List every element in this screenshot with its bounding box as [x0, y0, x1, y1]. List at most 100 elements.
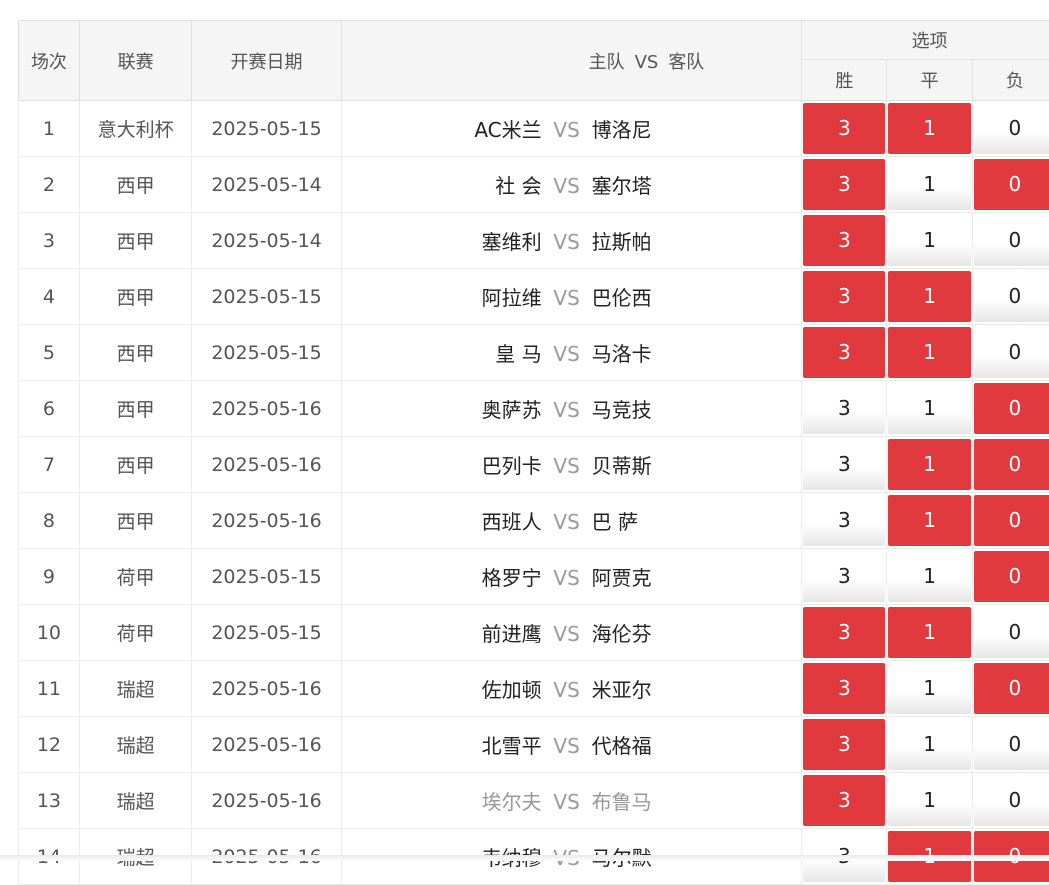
home-team: 佐加顿 — [342, 674, 542, 703]
header-opt-loss: 负 — [972, 60, 1049, 101]
match-teams: 阿拉维VS巴伦西 — [341, 269, 802, 325]
option-loss-button[interactable]: 0 — [974, 159, 1049, 210]
option-win-button[interactable]: 3 — [803, 383, 885, 434]
option-loss-button[interactable]: 0 — [974, 439, 1049, 490]
home-team: 北雪平 — [342, 730, 542, 759]
match-teams: 塞维利VS拉斯帕 — [341, 213, 802, 269]
option-draw-button[interactable]: 1 — [888, 775, 970, 826]
table-row: 13瑞超2025-05-16埃尔夫VS布鲁马310 — [19, 773, 1049, 829]
option-loss-button[interactable]: 0 — [974, 327, 1049, 378]
table-row: 6西甲2025-05-16奥萨苏VS马竞技310 — [19, 381, 1049, 437]
header-opt-win: 胜 — [802, 60, 887, 101]
option-draw-button[interactable]: 1 — [888, 271, 970, 322]
option-draw-button[interactable]: 1 — [888, 495, 970, 546]
option-draw-button[interactable]: 1 — [888, 607, 970, 658]
option-win-button[interactable]: 3 — [803, 159, 885, 210]
option-loss-button[interactable]: 0 — [974, 383, 1049, 434]
away-team: 巴伦西 — [592, 282, 652, 311]
option-loss-button[interactable]: 0 — [974, 271, 1049, 322]
option-loss-cell: 0 — [972, 773, 1049, 829]
match-date: 2025-05-14 — [192, 157, 341, 213]
option-win-button[interactable]: 3 — [803, 551, 885, 602]
option-draw-cell: 1 — [887, 717, 972, 773]
option-draw-cell: 1 — [887, 437, 972, 493]
match-date: 2025-05-16 — [192, 661, 341, 717]
option-draw-button[interactable]: 1 — [888, 215, 970, 266]
option-draw-button[interactable]: 1 — [888, 327, 970, 378]
option-draw-button[interactable]: 1 — [888, 719, 970, 770]
away-team: 米亚尔 — [592, 674, 652, 703]
home-team: 埃尔夫 — [342, 786, 542, 815]
home-team: 皇 马 — [342, 338, 542, 367]
away-team: 博洛尼 — [592, 114, 652, 143]
option-loss-button[interactable]: 0 — [974, 215, 1049, 266]
away-team: 马洛卡 — [592, 338, 652, 367]
option-win-cell: 3 — [802, 157, 887, 213]
match-date: 2025-05-16 — [192, 773, 341, 829]
option-loss-button[interactable]: 0 — [974, 663, 1049, 714]
table-row: 9荷甲2025-05-15格罗宁VS阿贾克310 — [19, 549, 1049, 605]
match-number: 10 — [19, 605, 80, 661]
option-win-cell: 3 — [802, 661, 887, 717]
league-name: 荷甲 — [79, 605, 192, 661]
option-win-button[interactable]: 3 — [803, 439, 885, 490]
header-vs: VS — [635, 52, 659, 73]
option-win-button[interactable]: 3 — [803, 775, 885, 826]
match-number: 4 — [19, 269, 80, 325]
option-win-cell: 3 — [802, 101, 887, 157]
match-date: 2025-05-15 — [192, 325, 341, 381]
match-teams: 皇 马VS马洛卡 — [341, 325, 802, 381]
home-team: 西班人 — [342, 506, 542, 535]
home-team: 前进鹰 — [342, 618, 542, 647]
table-row: 11瑞超2025-05-16佐加顿VS米亚尔310 — [19, 661, 1049, 717]
option-loss-button[interactable]: 0 — [974, 551, 1049, 602]
option-draw-cell: 1 — [887, 661, 972, 717]
vs-label: VS — [542, 622, 592, 646]
option-loss-cell: 0 — [972, 101, 1049, 157]
option-loss-button[interactable]: 0 — [974, 775, 1049, 826]
table-row: 10荷甲2025-05-15前进鹰VS海伦芬310 — [19, 605, 1049, 661]
option-win-button[interactable]: 3 — [803, 495, 885, 546]
option-win-cell: 3 — [802, 325, 887, 381]
league-name: 瑞超 — [79, 661, 192, 717]
option-draw-button[interactable]: 1 — [888, 159, 970, 210]
away-team: 拉斯帕 — [592, 226, 652, 255]
option-draw-button[interactable]: 1 — [888, 103, 970, 154]
option-draw-button[interactable]: 1 — [888, 439, 970, 490]
option-loss-button[interactable]: 0 — [974, 719, 1049, 770]
match-teams: 巴列卡VS贝蒂斯 — [341, 437, 802, 493]
option-win-button[interactable]: 3 — [803, 607, 885, 658]
home-team: 社 会 — [342, 170, 542, 199]
option-loss-cell: 0 — [972, 437, 1049, 493]
option-loss-cell: 0 — [972, 381, 1049, 437]
option-loss-button[interactable]: 0 — [974, 607, 1049, 658]
option-draw-button[interactable]: 1 — [888, 663, 970, 714]
option-win-button[interactable]: 3 — [803, 663, 885, 714]
option-draw-button[interactable]: 1 — [888, 383, 970, 434]
match-table-container: 场次 联赛 开赛日期 主队VS客队 选项 胜 平 负 1意大利杯2025-05-… — [18, 20, 1049, 885]
option-win-cell: 3 — [802, 493, 887, 549]
option-win-cell: 3 — [802, 717, 887, 773]
option-loss-button[interactable]: 0 — [974, 103, 1049, 154]
table-row: 3西甲2025-05-14塞维利VS拉斯帕310 — [19, 213, 1049, 269]
bottom-scroll-shadow — [0, 855, 1049, 861]
home-team: 格罗宁 — [342, 562, 542, 591]
match-number: 12 — [19, 717, 80, 773]
vs-label: VS — [542, 566, 592, 590]
vs-label: VS — [542, 734, 592, 758]
option-win-button[interactable]: 3 — [803, 719, 885, 770]
option-win-button[interactable]: 3 — [803, 327, 885, 378]
option-draw-button[interactable]: 1 — [888, 551, 970, 602]
match-number: 11 — [19, 661, 80, 717]
match-number: 7 — [19, 437, 80, 493]
table-row: 1意大利杯2025-05-15AC米兰VS博洛尼310 — [19, 101, 1049, 157]
option-win-cell: 3 — [802, 605, 887, 661]
option-win-button[interactable]: 3 — [803, 103, 885, 154]
option-loss-cell: 0 — [972, 157, 1049, 213]
option-win-button[interactable]: 3 — [803, 215, 885, 266]
option-loss-cell: 0 — [972, 717, 1049, 773]
option-loss-button[interactable]: 0 — [974, 495, 1049, 546]
header-date: 开赛日期 — [192, 21, 341, 101]
match-date: 2025-05-16 — [192, 493, 341, 549]
option-win-button[interactable]: 3 — [803, 271, 885, 322]
